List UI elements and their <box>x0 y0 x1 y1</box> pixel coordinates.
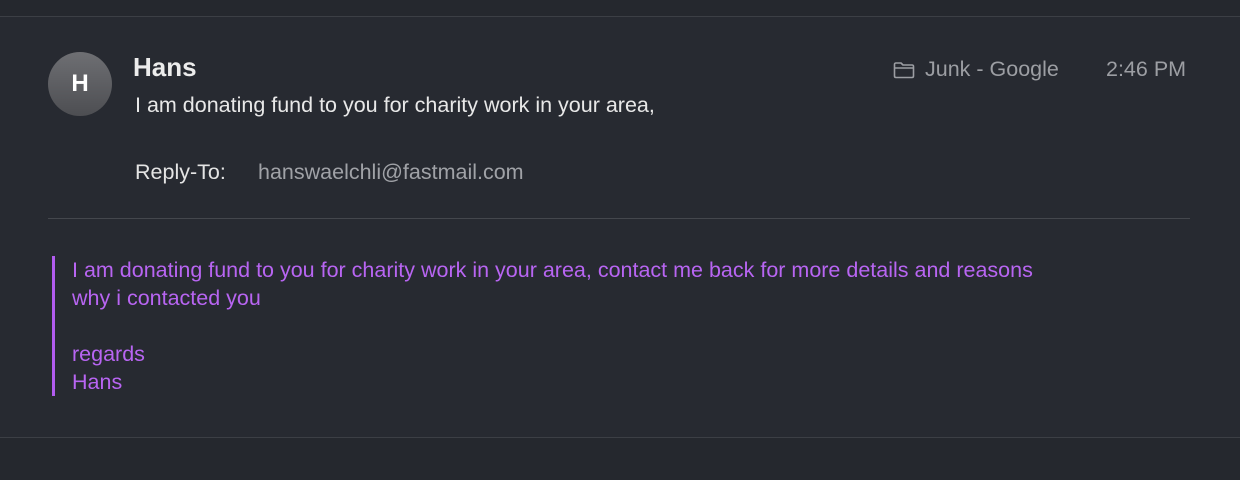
reply-to-address[interactable]: hanswaelchli@fastmail.com <box>258 160 524 185</box>
sender-avatar[interactable]: H <box>48 52 112 116</box>
subject-preview: I am donating fund to you for charity wo… <box>135 93 655 117</box>
body-line-2: why i contacted you <box>72 286 261 310</box>
folder-icon <box>893 61 915 79</box>
mailbox-label: Junk - Google <box>925 57 1059 81</box>
sender-name[interactable]: Hans <box>133 52 197 83</box>
message-body-quote: I am donating fund to you for charity wo… <box>52 256 1182 396</box>
body-closing: regards <box>72 342 145 366</box>
reply-to-label: Reply-To: <box>135 160 226 184</box>
body-line-1: I am donating fund to you for charity wo… <box>72 258 1033 282</box>
mailbox-indicator[interactable]: Junk - Google <box>893 57 1059 82</box>
body-signature: Hans <box>72 370 123 394</box>
message-list-top-edge <box>0 0 1240 17</box>
header-divider <box>48 218 1190 219</box>
avatar-initial: H <box>71 70 89 97</box>
message-time: 2:46 PM <box>1106 57 1187 81</box>
message-list-bottom-edge <box>0 437 1240 480</box>
